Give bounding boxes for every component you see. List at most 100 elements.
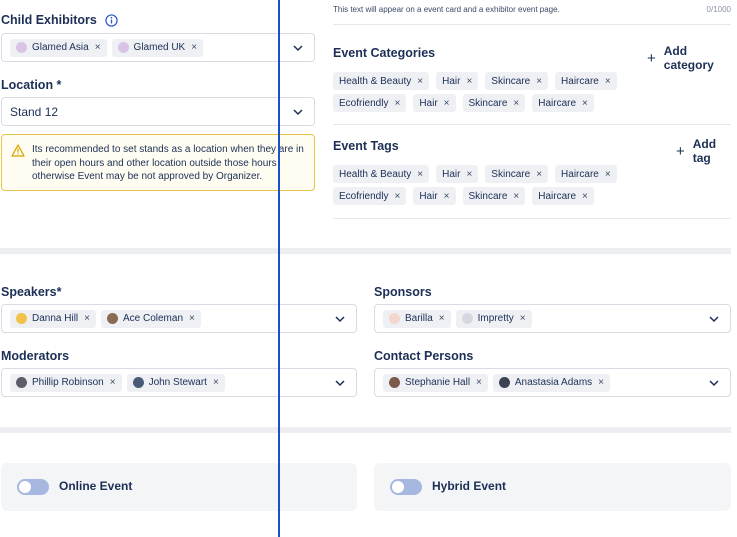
category-tag: Haircare ×: [555, 72, 617, 90]
chip-label: Stephanie Hall: [405, 377, 471, 388]
chip-anastasia-adams: Anastasia Adams ×: [492, 373, 610, 392]
chip-barilla: Barilla ×: [383, 309, 451, 328]
remove-icon[interactable]: ×: [191, 42, 197, 53]
chip-label: Anastasia Adams: [514, 377, 593, 388]
remove-icon[interactable]: ×: [582, 191, 588, 202]
remove-icon[interactable]: ×: [444, 191, 450, 202]
event-categories-label: Event Categories: [333, 46, 436, 60]
toggle-knob: [19, 481, 31, 493]
remove-icon[interactable]: ×: [394, 191, 400, 202]
remove-icon[interactable]: ×: [582, 98, 588, 109]
chip-label: Impretty: [477, 313, 514, 324]
chevron-down-icon[interactable]: [334, 377, 346, 389]
remove-icon[interactable]: ×: [466, 76, 472, 87]
remove-icon[interactable]: ×: [439, 313, 445, 324]
tag-label: Health & Beauty: [339, 168, 412, 180]
moderators-select[interactable]: Phillip Robinson × John Stewart ×: [1, 368, 357, 397]
add-tag-button[interactable]: + Add tag: [676, 137, 737, 165]
chevron-down-icon[interactable]: [292, 42, 304, 54]
chevron-down-icon[interactable]: [708, 313, 720, 325]
event-tags-row-2: Ecofriendly × Hair × Skincare × Haircare ×: [333, 187, 601, 205]
event-tag: Skincare ×: [485, 165, 549, 183]
hybrid-event-label: Hybrid Event: [432, 479, 507, 493]
category-tag: Skincare ×: [485, 72, 549, 90]
remove-icon[interactable]: ×: [444, 98, 450, 109]
remove-icon[interactable]: ×: [466, 169, 472, 180]
tag-label: Haircare: [561, 75, 599, 87]
chevron-down-icon[interactable]: [708, 377, 720, 389]
chevron-down-icon[interactable]: [334, 313, 346, 325]
remove-icon[interactable]: ×: [189, 313, 195, 324]
remove-icon[interactable]: ×: [417, 169, 423, 180]
speakers-select[interactable]: Danna Hill × Ace Coleman ×: [1, 304, 357, 333]
add-category-button[interactable]: + Add category: [647, 44, 737, 72]
section-divider: [0, 427, 731, 433]
category-tag: Ecofriendly ×: [333, 94, 407, 112]
remove-icon[interactable]: ×: [536, 169, 542, 180]
divider-line: [333, 24, 731, 25]
child-exhibitors-label: Child Exhibitors: [1, 13, 118, 27]
tag-label: Hair: [442, 75, 461, 87]
child-exhibitors-select[interactable]: Glamed Asia × Glamed UK ×: [1, 33, 315, 62]
location-value: Stand 12: [10, 104, 59, 119]
avatar: [132, 377, 144, 388]
event-tags-row-1: Health & Beauty × Hair × Skincare × Haircar…: [333, 165, 624, 183]
chip-label: Barilla: [405, 313, 433, 324]
chip-glamed-asia: Glamed Asia ×: [10, 38, 107, 57]
online-event-toggle[interactable]: [17, 479, 49, 495]
remove-icon[interactable]: ×: [513, 191, 519, 202]
remove-icon[interactable]: ×: [605, 169, 611, 180]
moderators-label: Moderators: [1, 349, 70, 363]
toggle-knob: [392, 481, 404, 493]
remove-icon[interactable]: ×: [110, 377, 116, 388]
chip-glamed-uk: Glamed UK ×: [111, 38, 204, 57]
chip-ace-coleman: Ace Coleman ×: [100, 309, 201, 328]
add-category-label: Add category: [663, 44, 714, 72]
online-event-label: Online Event: [59, 479, 133, 493]
sponsors-select[interactable]: Barilla × Impretty ×: [374, 304, 731, 333]
tag-label: Skincare: [468, 190, 508, 202]
remove-icon[interactable]: ×: [513, 98, 519, 109]
remove-icon[interactable]: ×: [417, 76, 423, 87]
tag-label: Skincare: [468, 97, 508, 109]
remove-icon[interactable]: ×: [520, 313, 526, 324]
location-warning: Its recommended to set stands as a locat…: [1, 134, 315, 191]
glamed-logo-icon: [117, 42, 129, 53]
remove-icon[interactable]: ×: [598, 377, 604, 388]
hybrid-event-card: Hybrid Event: [374, 463, 731, 511]
event-tag: Hair ×: [413, 187, 456, 205]
remove-icon[interactable]: ×: [536, 76, 542, 87]
chip-impretty: Impretty ×: [455, 309, 532, 328]
tag-label: Health & Beauty: [339, 75, 412, 87]
hybrid-event-toggle[interactable]: [390, 479, 422, 495]
remove-icon[interactable]: ×: [605, 76, 611, 87]
avatar: [389, 377, 400, 388]
event-tag: Hair ×: [436, 165, 479, 183]
contact-persons-select[interactable]: Stephanie Hall × Anastasia Adams ×: [374, 368, 731, 397]
plus-icon: +: [647, 49, 656, 67]
chevron-down-icon[interactable]: [292, 106, 304, 118]
info-icon[interactable]: [105, 13, 118, 27]
category-tag: Hair ×: [413, 94, 456, 112]
barilla-logo-icon: [389, 313, 400, 324]
location-select[interactable]: Stand 12: [1, 97, 315, 126]
remove-icon[interactable]: ×: [394, 98, 400, 109]
avatar: [16, 377, 27, 388]
category-tag: Health & Beauty ×: [333, 72, 430, 90]
tag-label: Skincare: [491, 75, 531, 87]
remove-icon[interactable]: ×: [213, 377, 219, 388]
section-divider: [0, 248, 731, 254]
description-helper-text: This text will appear on a event card an…: [333, 5, 560, 14]
category-tag: Hair ×: [436, 72, 479, 90]
event-tag: Ecofriendly ×: [333, 187, 407, 205]
warning-icon: [11, 144, 25, 157]
chip-label: Danna Hill: [32, 313, 79, 324]
chip-label: Phillip Robinson: [32, 377, 104, 388]
remove-icon[interactable]: ×: [84, 313, 90, 324]
remove-icon[interactable]: ×: [95, 42, 101, 53]
avatar: [16, 313, 27, 324]
speakers-label: Speakers*: [1, 285, 62, 299]
remove-icon[interactable]: ×: [476, 377, 482, 388]
tag-label: Hair: [419, 97, 438, 109]
divider-line: [333, 124, 731, 125]
